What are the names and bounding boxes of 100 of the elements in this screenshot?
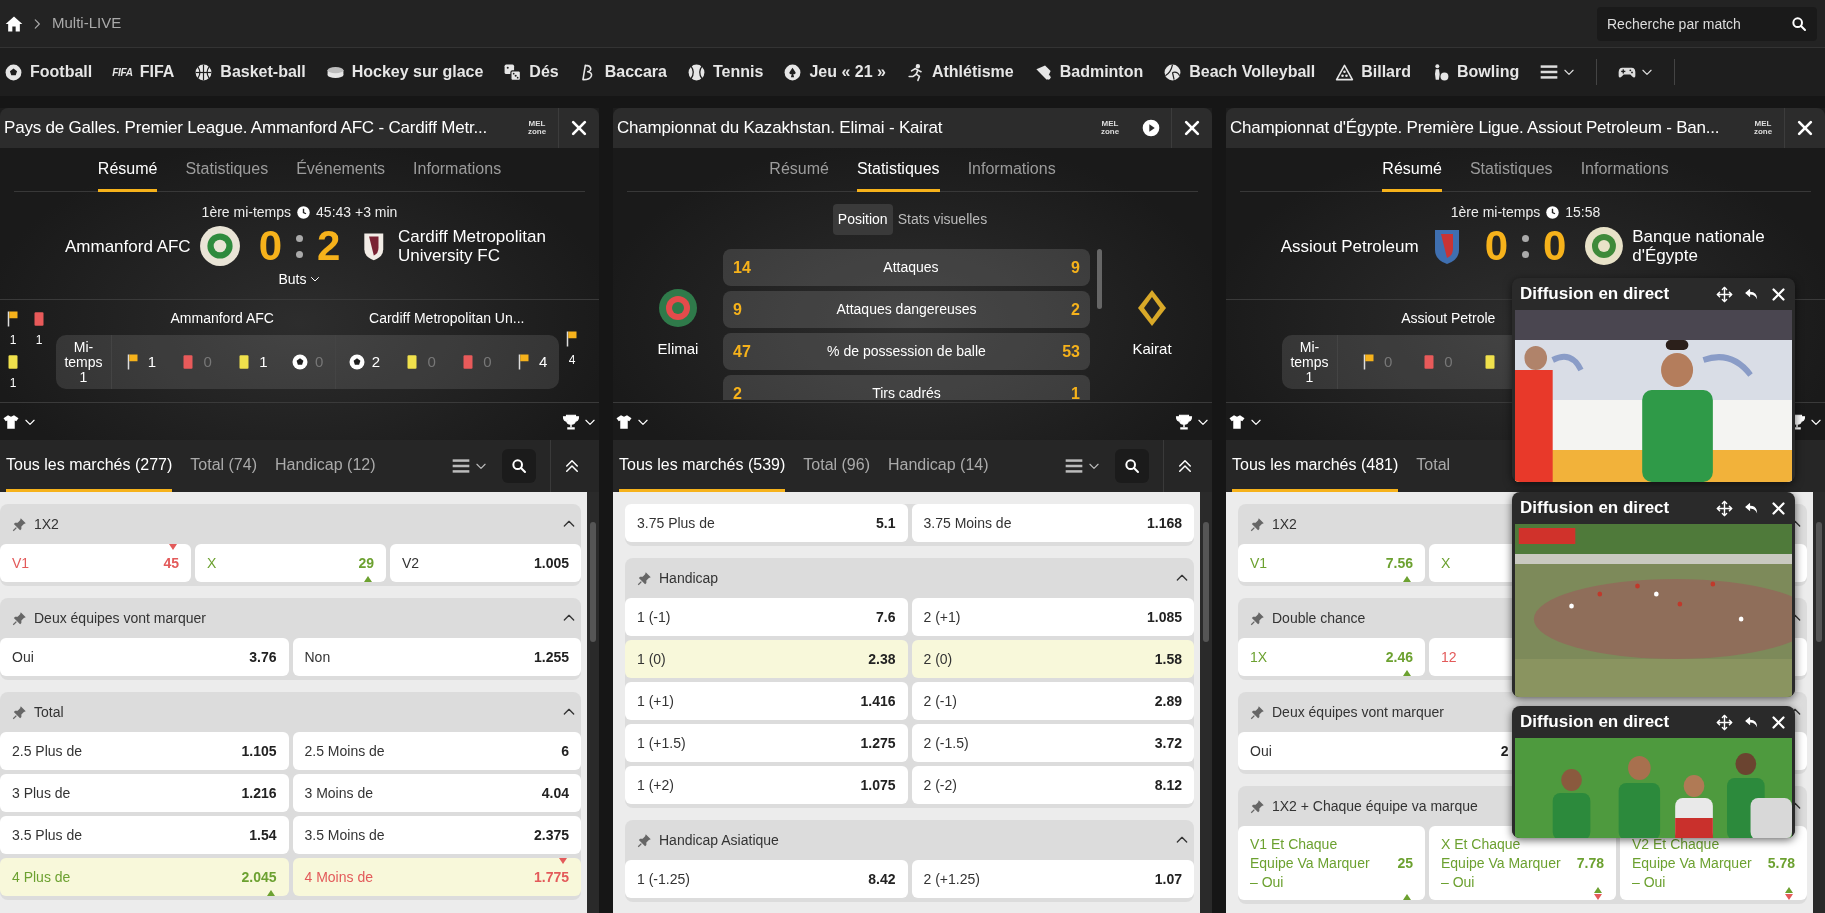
odds-button[interactable]: 2 (+1.25) 1.07 xyxy=(911,860,1194,898)
odds-button[interactable]: Oui 3.76 xyxy=(0,638,289,676)
market-tab[interactable]: Handicap (14) xyxy=(888,440,989,492)
stat-value: 1 xyxy=(35,332,43,349)
match-time: 15:58 xyxy=(1565,203,1601,222)
sport-link[interactable]: Badminton xyxy=(1033,60,1144,84)
stat-value: 2 xyxy=(371,351,381,372)
odds-button[interactable]: 2.5 Moins de 6 xyxy=(292,732,581,770)
stat-label: % de possession de balle xyxy=(827,342,986,361)
stream-title: Diffusion en direct xyxy=(1520,711,1671,734)
odds-button[interactable]: 1 (+2) 1.075 xyxy=(625,766,908,804)
sport-link[interactable]: FIFA FIFA xyxy=(112,60,175,84)
stat-value: 9 xyxy=(1071,257,1080,278)
team-name: Elimai xyxy=(657,339,699,360)
period-label: Mi-temps 1 xyxy=(56,335,112,389)
team-label: Assiout Petrole xyxy=(1400,309,1497,328)
odds-button[interactable]: 2 (0) 1.58 xyxy=(911,640,1194,678)
market-title: Handicap Asiatique xyxy=(659,830,779,850)
tab[interactable]: Événements xyxy=(296,148,386,192)
tab[interactable]: Informations xyxy=(967,148,1056,192)
odds-button[interactable]: 2 (-1) 2.89 xyxy=(911,682,1194,720)
fifa-logo: FIFA xyxy=(112,65,133,80)
odds-button[interactable]: 2 (-2) 8.12 xyxy=(911,766,1194,804)
mel-zone-logo: MEL zone xyxy=(1752,120,1774,136)
sport-link[interactable]: Tennis xyxy=(687,60,764,84)
sport-link[interactable]: Hockey sur glace xyxy=(325,60,484,84)
stat-value: 53 xyxy=(1062,341,1080,362)
odds-button[interactable]: 2.5 Plus de 1.105 xyxy=(0,732,289,770)
odds-button[interactable]: V2 1.005 xyxy=(390,544,581,582)
goals-toggle[interactable]: Buts xyxy=(278,269,321,289)
stat-label: Tirs cadrés xyxy=(872,384,941,400)
market-tab[interactable]: Total (74) xyxy=(190,440,257,492)
tab[interactable]: Statistiques xyxy=(185,148,269,192)
odds-button[interactable]: 3.75 Moins de 1.168 xyxy=(911,504,1194,542)
stat-value: 0 xyxy=(483,351,492,372)
home-score: 0 xyxy=(1484,223,1508,269)
sub-tab[interactable]: Position xyxy=(832,204,893,235)
breadcrumb-current[interactable]: Multi-LIVE xyxy=(52,12,122,35)
sport-link[interactable]: Basket-ball xyxy=(194,60,306,84)
away-score: 0 xyxy=(1543,223,1567,269)
live-stream-dialog[interactable]: Diffusion en direct xyxy=(1512,706,1795,838)
odds-button[interactable]: 1 (+1) 1.416 xyxy=(625,682,908,720)
tab[interactable]: Statistiques xyxy=(856,148,940,192)
away-score: 2 xyxy=(317,223,341,269)
odds-button[interactable]: 3.5 Plus de 1.54 xyxy=(0,816,289,854)
team-label: Cardiff Metropolitan Un... xyxy=(368,309,526,328)
odds-button[interactable]: 1 (-1.25) 8.42 xyxy=(625,860,908,898)
odds-button[interactable]: 1 (+1.5) 1.275 xyxy=(625,724,908,762)
panel-title: Championnat d'Égypte. Première Ligue. Assiout Petroleum - Ban... xyxy=(1230,117,1721,140)
team-name: Ammanford AFC xyxy=(65,236,191,256)
odds-button[interactable]: 2 (+1) 1.085 xyxy=(911,598,1194,636)
stat-value: 4 xyxy=(568,352,576,369)
live-stream-dialog[interactable]: Diffusion en direct xyxy=(1512,278,1795,482)
market-title: Deux équipes vont marquer xyxy=(34,608,206,628)
stat-value: 0 xyxy=(203,351,212,372)
tab[interactable]: Résumé xyxy=(1382,148,1442,192)
odds-button[interactable]: 3 Plus de 1.216 xyxy=(0,774,289,812)
stat-value: 2 xyxy=(1071,299,1080,320)
stat-value: 1 xyxy=(9,375,17,392)
odds-button[interactable]: 3.5 Moins de 2.375 xyxy=(292,816,581,854)
odds-button[interactable]: 2 (-1.5) 3.72 xyxy=(911,724,1194,762)
stat-value: 14 xyxy=(733,257,751,278)
stat-value: 0 xyxy=(1444,351,1453,372)
stat-value: 0 xyxy=(427,351,436,372)
odds-button[interactable]: V1 45 xyxy=(0,544,191,582)
tab[interactable]: Résumé xyxy=(97,148,158,192)
tab[interactable]: Informations xyxy=(413,148,502,192)
live-stream-dialog[interactable]: Diffusion en direct xyxy=(1512,492,1795,697)
sub-tab[interactable]: Stats visuelles xyxy=(892,204,993,235)
mel-zone-logo: MEL zone xyxy=(526,120,548,136)
tab[interactable]: Informations xyxy=(1580,148,1669,192)
stat-value: 0 xyxy=(1384,351,1393,372)
tab[interactable]: Résumé xyxy=(769,148,829,192)
market-tab[interactable]: Total (96) xyxy=(803,440,870,492)
stat-label: Attaques xyxy=(883,258,939,277)
sport-link[interactable]: Football xyxy=(4,60,93,84)
market-tab[interactable]: Total xyxy=(1416,440,1451,492)
sport-link[interactable]: Dés xyxy=(503,60,559,84)
odds-button[interactable]: 1 (0) 2.38 xyxy=(625,640,908,678)
tab[interactable]: Statistiques xyxy=(1469,148,1553,192)
panel-title: Pays de Galles. Premier League. Ammanford AFC - Cardiff Metr... xyxy=(4,117,489,140)
match-time: 45:43 +3 min xyxy=(316,203,398,222)
sport-link[interactable]: Billard xyxy=(1335,60,1411,84)
odds-button[interactable]: Non 1.255 xyxy=(292,638,581,676)
market-title: Deux équipes vont marquer xyxy=(1272,702,1444,722)
odds-button[interactable]: 3 Moins de 4.04 xyxy=(292,774,581,812)
stat-value: 1 xyxy=(9,332,17,349)
search-field[interactable]: Recherche par match xyxy=(1597,6,1817,41)
stat-label: Attaques dangereuses xyxy=(836,300,977,319)
odds-button[interactable]: 1 (-1) 7.6 xyxy=(625,598,908,636)
stat-value: 47 xyxy=(733,341,751,362)
stat-value: 4 xyxy=(538,351,548,372)
sport-link[interactable]: Beach Volleyball xyxy=(1163,60,1316,84)
sport-link[interactable]: Athlétisme xyxy=(905,60,1014,84)
sport-link[interactable]: Baccara xyxy=(578,60,667,84)
mel-zone-logo: MEL zone xyxy=(1099,120,1121,136)
sport-link[interactable]: Bowling xyxy=(1431,60,1520,84)
market-tab[interactable]: Handicap (12) xyxy=(275,440,376,492)
odds-button[interactable]: 3.75 Plus de 5.1 xyxy=(625,504,908,542)
sport-link[interactable]: Jeu « 21 » xyxy=(783,60,886,84)
